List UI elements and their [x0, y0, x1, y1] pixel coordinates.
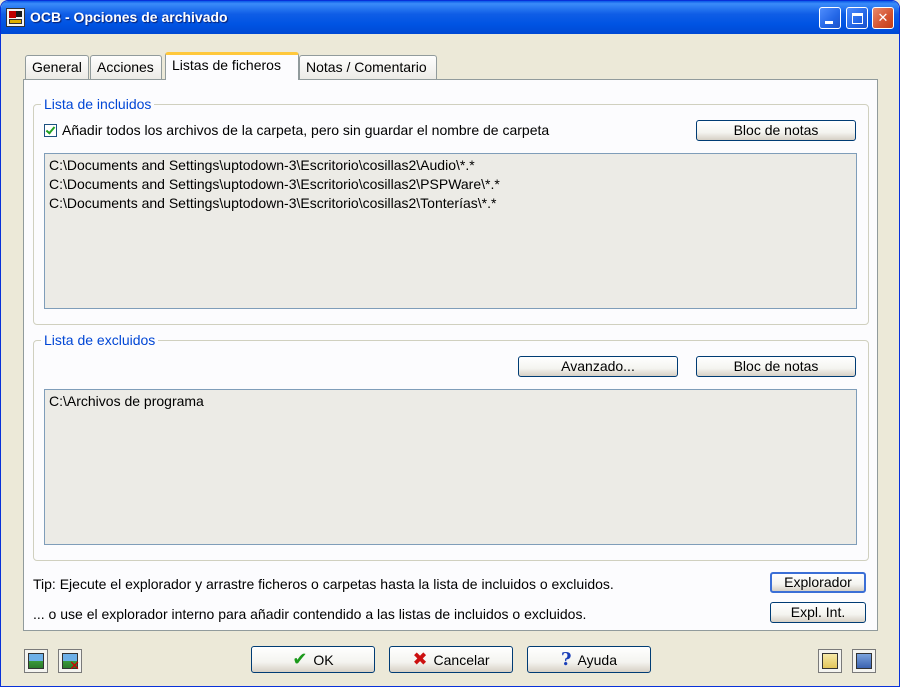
tab-acciones[interactable]: Acciones [90, 55, 162, 79]
tab-panel-listas: Lista de incluidos Añadir todos los arch… [23, 79, 878, 631]
tip-text-1: Tip: Ejecute el explorador y arrastre fi… [33, 576, 614, 592]
include-all-checkbox[interactable] [44, 123, 57, 137]
help-label: Ayuda [577, 651, 617, 668]
checkmark-icon: ✔ [292, 649, 308, 669]
folder-icon[interactable] [818, 649, 842, 673]
excluded-notepad-button[interactable]: Bloc de notas [696, 356, 856, 377]
excluded-list[interactable]: C:\Archivos de programa [44, 389, 857, 545]
list-item[interactable]: C:\Documents and Settings\uptodown-3\Esc… [49, 156, 852, 175]
included-group: Lista de incluidos Añadir todos los arch… [33, 96, 869, 325]
save-icon[interactable] [852, 649, 876, 673]
included-list[interactable]: C:\Documents and Settings\uptodown-3\Esc… [44, 153, 857, 309]
ok-button[interactable]: ✔ OK [251, 646, 375, 673]
app-icon [6, 8, 25, 27]
delete-image-icon[interactable]: ✕ [58, 649, 82, 673]
include-all-checkbox-label: Añadir todos los archivos de la carpeta,… [62, 122, 550, 138]
list-item[interactable]: C:\Documents and Settings\uptodown-3\Esc… [49, 175, 852, 194]
included-legend: Lista de incluidos [41, 96, 155, 112]
internal-explorer-button[interactable]: Expl. Int. [770, 602, 866, 623]
checkmark-icon [45, 123, 56, 135]
tab-general[interactable]: General [25, 55, 89, 79]
close-icon[interactable]: ✕ [872, 7, 894, 29]
tip-text-2: ... o use el explorador interno para aña… [33, 606, 587, 622]
minimize-icon[interactable] [819, 7, 841, 29]
tab-listas-de-ficheros[interactable]: Listas de ficheros [165, 52, 299, 80]
explorer-button[interactable]: Explorador [770, 572, 866, 593]
window-title: OCB - Opciones de archivado [30, 9, 228, 25]
list-item[interactable]: C:\Documents and Settings\uptodown-3\Esc… [49, 194, 852, 213]
excluded-group: Lista de excluidos Avanzado... Bloc de n… [33, 332, 869, 561]
options-window: OCB - Opciones de archivado ✕ General Ac… [0, 0, 900, 687]
maximize-icon[interactable] [846, 7, 868, 29]
excluded-legend: Lista de excluidos [41, 332, 159, 348]
included-notepad-button[interactable]: Bloc de notas [696, 120, 856, 141]
cancel-button[interactable]: ✖ Cancelar [389, 646, 513, 673]
list-item[interactable]: C:\Archivos de programa [49, 392, 852, 411]
image-icon[interactable] [24, 649, 48, 673]
advanced-button[interactable]: Avanzado... [518, 356, 678, 377]
tab-notas-comentario[interactable]: Notas / Comentario [299, 55, 437, 79]
cancel-label: Cancelar [433, 651, 490, 668]
include-all-checkbox-row[interactable]: Añadir todos los archivos de la carpeta,… [44, 122, 549, 138]
question-icon: ? [561, 649, 572, 670]
help-button[interactable]: ? Ayuda [527, 646, 651, 673]
cross-icon: ✖ [412, 649, 428, 669]
title-bar[interactable]: OCB - Opciones de archivado ✕ [1, 1, 899, 34]
ok-label: OK [313, 651, 334, 668]
